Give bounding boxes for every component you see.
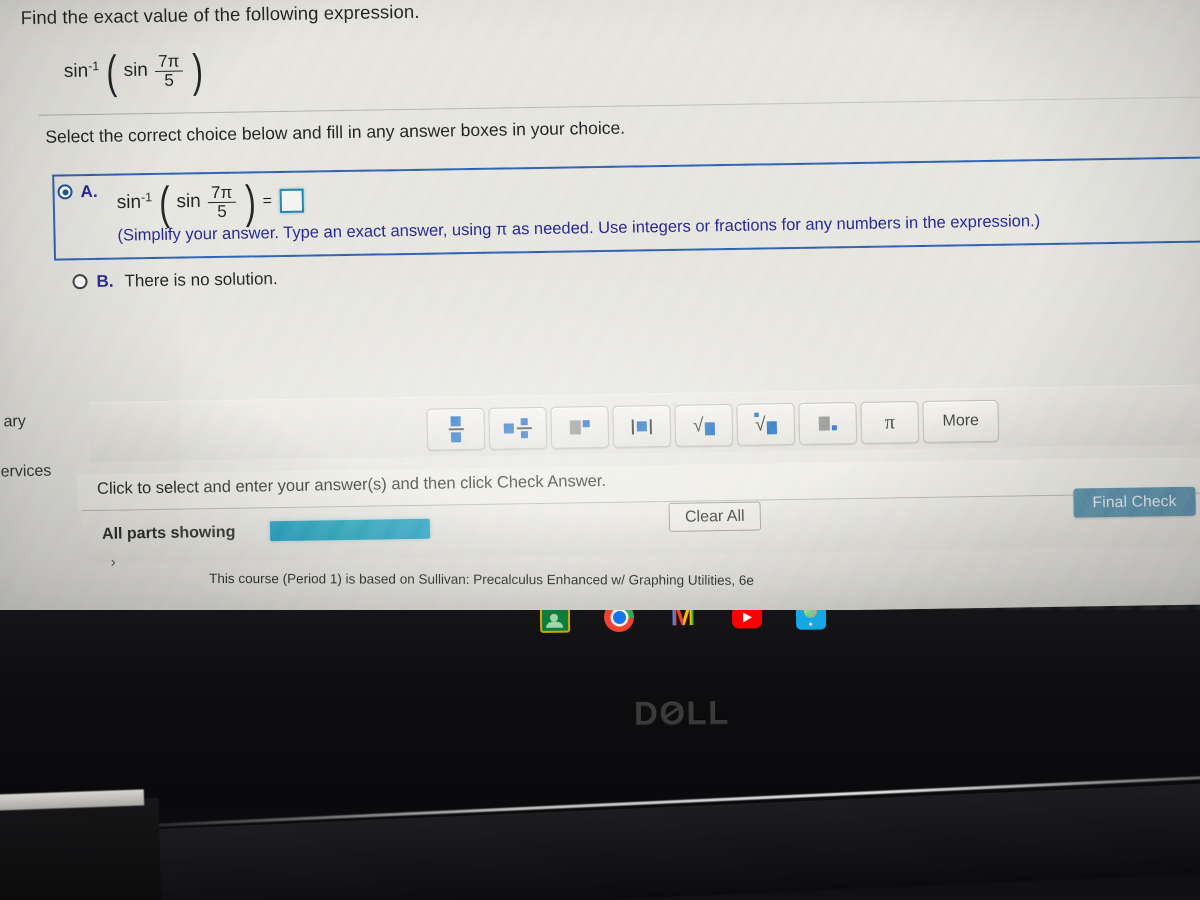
expr-outer-exponent: -1 xyxy=(87,59,100,74)
exponent-power-box xyxy=(582,420,590,428)
nth-radicand-box xyxy=(766,420,777,434)
mixed-number-icon[interactable] xyxy=(488,406,548,450)
more-button-label: More xyxy=(942,412,980,430)
subscript-index-box xyxy=(831,425,837,431)
choice-a-letter: A. xyxy=(80,181,98,202)
nth-root-icon[interactable]: ■ √ xyxy=(736,402,796,446)
abs-right-pipe xyxy=(649,418,652,434)
choice-a-open-paren: ( xyxy=(158,176,171,229)
choice-a-numerator: 7π xyxy=(210,182,233,203)
pi-symbol-icon[interactable]: π xyxy=(860,401,920,444)
mixed-number-glyph xyxy=(503,418,532,439)
sidebar-fragment-library[interactable]: ary xyxy=(3,413,26,431)
choice-b-radio[interactable] xyxy=(72,274,88,290)
subscript-base-box xyxy=(818,416,830,431)
dell-brand-logo: DOLL xyxy=(634,693,730,732)
dell-logo-pre: D xyxy=(633,694,660,732)
abs-left-pipe xyxy=(631,418,634,435)
fraction-denominator-box xyxy=(450,432,462,443)
subscript-glyph xyxy=(818,416,837,431)
clear-all-button[interactable]: Clear All xyxy=(668,501,762,532)
choice-a-close-paren: ) xyxy=(244,175,257,228)
more-button[interactable]: More xyxy=(922,399,1000,443)
fraction-numerator-box xyxy=(450,416,461,427)
expr-fraction: 7π 5 xyxy=(155,51,183,90)
mixed-whole-box xyxy=(503,423,514,434)
sidebar-fragment-services[interactable]: ervices xyxy=(0,463,51,482)
all-parts-showing-label: All parts showing xyxy=(101,523,236,543)
exponent-glyph xyxy=(569,420,590,435)
expr-close-paren: ) xyxy=(191,43,204,97)
fraction-icon[interactable] xyxy=(426,407,486,451)
progress-bar xyxy=(269,518,431,542)
square-root-glyph: √ xyxy=(692,414,715,437)
abs-content-box xyxy=(636,421,647,432)
choice-a-fraction: 7π 5 xyxy=(208,182,236,221)
exponent-icon[interactable] xyxy=(550,405,610,449)
math-palette: √ ■ √ π More xyxy=(426,399,1000,451)
mixed-fraction xyxy=(516,418,532,439)
mixed-denominator-box xyxy=(520,430,529,439)
expr-inner-sin: sin xyxy=(123,59,149,82)
select-choice-instruction: Select the correct choice below and fill… xyxy=(45,117,626,147)
mixed-fraction-bar xyxy=(516,427,532,430)
radicand-box xyxy=(704,421,715,435)
square-root-icon[interactable]: √ xyxy=(674,403,734,447)
fraction-bar xyxy=(448,428,464,431)
question-prompt: Find the exact value of the following ex… xyxy=(20,0,420,29)
root-index-box: ■ xyxy=(753,409,760,420)
chevron-right-icon[interactable]: › xyxy=(110,554,115,571)
choice-a-inner-sin: sin xyxy=(176,190,201,213)
expr-fraction-numerator: 7π xyxy=(157,51,180,71)
fraction-glyph xyxy=(448,416,464,443)
expr-fraction-denominator: 5 xyxy=(155,70,183,90)
dell-logo-slashed-e: O xyxy=(659,693,687,732)
question-expression: sin-1 ( sin 7π 5 ) xyxy=(63,43,206,98)
choice-b-letter: B. xyxy=(96,271,114,291)
choice-a-outer-exponent: -1 xyxy=(140,190,153,205)
choice-a-denominator: 5 xyxy=(208,201,236,221)
laptop-left-edge xyxy=(0,797,162,900)
exponent-base-box xyxy=(569,420,581,435)
screen-surface: Find the exact value of the following ex… xyxy=(0,0,1200,610)
expr-open-paren: ( xyxy=(105,45,118,98)
pi-glyph: π xyxy=(884,410,896,434)
section-divider xyxy=(38,96,1200,116)
expr-outer-sin: sin xyxy=(63,60,89,82)
absolute-value-icon[interactable] xyxy=(612,404,672,448)
nth-root-glyph: ■ √ xyxy=(754,409,777,435)
choice-a-expression: sin-1 ( sin 7π 5 ) = xyxy=(116,175,304,229)
mixed-numerator-box xyxy=(520,418,528,426)
dell-logo-post: LL xyxy=(686,693,731,731)
subscript-icon[interactable] xyxy=(798,401,858,445)
choice-b-text: There is no solution. xyxy=(124,269,278,291)
radical-symbol: √ xyxy=(692,414,704,437)
laptop-screen: Find the exact value of the following ex… xyxy=(0,0,1200,610)
absolute-value-glyph xyxy=(631,418,652,435)
choice-a-equals: = xyxy=(262,192,273,210)
answer-input-box[interactable] xyxy=(279,189,304,214)
course-note: This course (Period 1) is based on Sulli… xyxy=(209,570,754,588)
final-check-button[interactable]: Final Check xyxy=(1073,486,1196,518)
photo-of-laptop-screen: DOLL M Find the exact value of the follo… xyxy=(0,0,1200,900)
choice-a-outer-sin: sin xyxy=(116,191,142,214)
